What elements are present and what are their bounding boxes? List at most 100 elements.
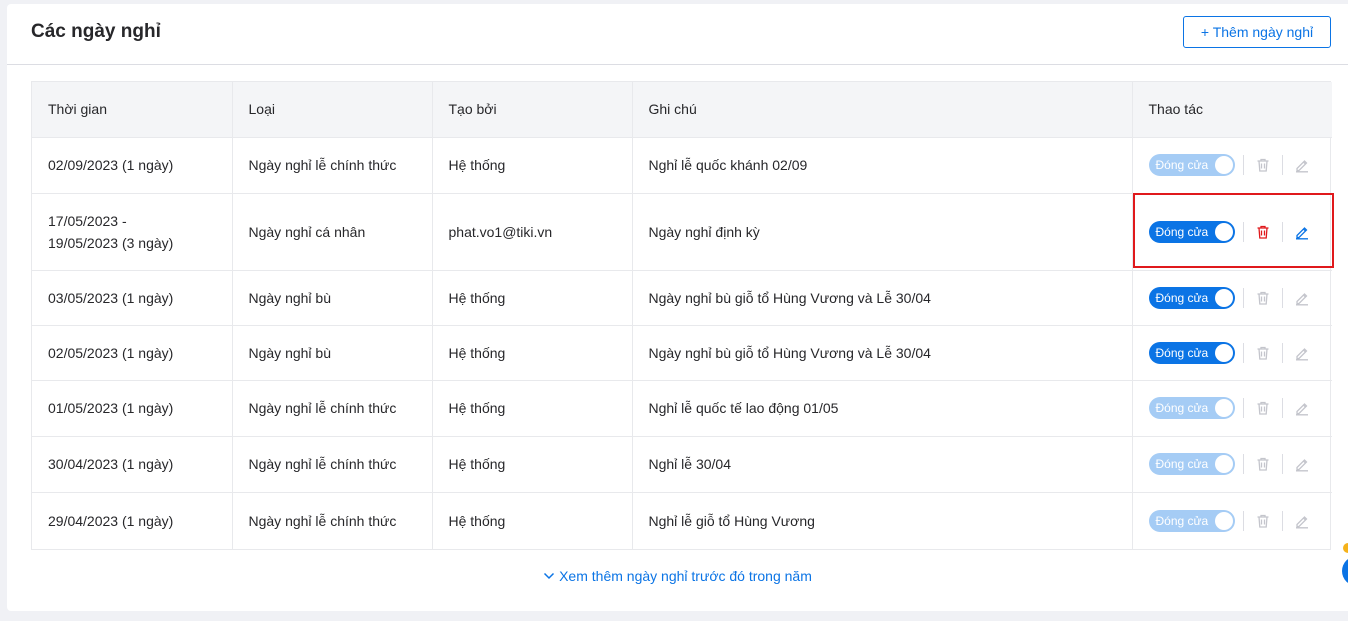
cell-created-by: Hệ thống <box>432 379 633 436</box>
actions-group: Đóng cửa <box>1148 509 1317 532</box>
column-header-time: Thời gian <box>32 82 233 137</box>
cell-created-by: Hệ thống <box>432 491 633 549</box>
toggle-label: Đóng cửa <box>1155 158 1209 172</box>
actions-group: Đóng cửa <box>1148 220 1317 243</box>
toggle-knob <box>1214 399 1233 417</box>
cell-created-by: Hệ thống <box>432 324 633 380</box>
show-more-link[interactable]: Xem thêm ngày nghỉ trước đó trong năm <box>7 568 1348 585</box>
cell-type: Ngày nghỉ lễ chính thức <box>232 491 433 549</box>
divider <box>1281 221 1283 242</box>
pencil-icon[interactable] <box>1293 399 1311 417</box>
show-more-label: Xem thêm ngày nghỉ trước đó trong năm <box>559 568 812 584</box>
cell-time: 29/04/2023 (1 ngày) <box>32 491 233 549</box>
cell-created-by: phat.vo1@tiki.vn <box>432 192 633 270</box>
cell-note: Nghỉ lễ giỗ tổ Hùng Vương <box>632 491 1133 549</box>
pencil-icon[interactable] <box>1293 289 1311 307</box>
divider <box>1281 342 1283 363</box>
cell-note: Ngày nghỉ định kỳ <box>632 192 1133 270</box>
divider <box>1242 287 1244 308</box>
notification-dot <box>1343 543 1348 553</box>
page-title: Các ngày nghỉ <box>31 21 161 42</box>
trash-icon[interactable] <box>1254 455 1272 473</box>
toggle-knob <box>1214 288 1233 307</box>
cell-actions: Đóng cửa <box>1132 379 1332 436</box>
table-row: 02/09/2023 (1 ngày) Ngày nghỉ lễ chính th… <box>32 136 1332 193</box>
pencil-icon[interactable] <box>1293 156 1311 174</box>
toggle-label: Đóng cửa <box>1155 345 1209 360</box>
toggle-knob <box>1214 455 1233 473</box>
trash-icon[interactable] <box>1254 223 1272 241</box>
trash-icon[interactable] <box>1254 344 1272 362</box>
cell-actions: Đóng cửa <box>1132 435 1332 492</box>
holidays-card: Các ngày nghỉ + Thêm ngày nghỉ Thời gian… <box>7 4 1348 611</box>
actions-group: Đóng cửa <box>1148 397 1317 419</box>
cell-time: 03/05/2023 (1 ngày) <box>32 269 233 325</box>
toggle-label: Đóng cửa <box>1155 401 1209 415</box>
actions-group: Đóng cửa <box>1148 154 1317 176</box>
close-store-toggle[interactable]: Đóng cửa <box>1148 397 1235 419</box>
divider <box>1281 155 1283 175</box>
close-store-toggle[interactable]: Đóng cửa <box>1148 341 1235 364</box>
divider <box>1281 510 1283 531</box>
card-header: Các ngày nghỉ + Thêm ngày nghỉ <box>7 4 1348 65</box>
cell-actions: Đóng cửa <box>1132 269 1332 325</box>
cell-actions: Đóng cửa <box>1132 136 1332 193</box>
cell-created-by: Hệ thống <box>432 136 633 193</box>
cell-note: Nghỉ lễ 30/04 <box>632 435 1133 492</box>
divider <box>1242 510 1244 531</box>
trash-icon[interactable] <box>1254 289 1272 307</box>
cell-type: Ngày nghỉ cá nhân <box>232 192 433 270</box>
cell-created-by: Hệ thống <box>432 269 633 325</box>
divider <box>1281 454 1283 474</box>
table-row: 02/05/2023 (1 ngày) Ngày nghỉ bù Hệ thống N… <box>32 324 1332 380</box>
close-store-toggle[interactable]: Đóng cửa <box>1148 509 1235 532</box>
chevron-down-icon <box>543 569 555 585</box>
table-row: 01/05/2023 (1 ngày) Ngày nghỉ lễ chính th… <box>32 379 1332 436</box>
pencil-icon[interactable] <box>1293 455 1311 473</box>
column-header-created-by: Tạo bởi <box>432 82 633 137</box>
toggle-knob <box>1214 511 1233 530</box>
actions-group: Đóng cửa <box>1148 286 1317 309</box>
actions-group: Đóng cửa <box>1148 341 1317 364</box>
cell-type: Ngày nghỉ lễ chính thức <box>232 435 433 492</box>
trash-icon[interactable] <box>1254 512 1272 530</box>
close-store-toggle[interactable]: Đóng cửa <box>1148 453 1235 475</box>
trash-icon[interactable] <box>1254 156 1272 174</box>
divider <box>1281 287 1283 308</box>
cell-type: Ngày nghỉ bù <box>232 324 433 380</box>
toggle-label: Đóng cửa <box>1155 224 1209 239</box>
table-row: 30/04/2023 (1 ngày) Ngày nghỉ lễ chính th… <box>32 435 1332 492</box>
close-store-toggle[interactable]: Đóng cửa <box>1148 220 1235 243</box>
cell-time: 02/05/2023 (1 ngày) <box>32 324 233 380</box>
pencil-icon[interactable] <box>1293 344 1311 362</box>
cell-note: Ngày nghỉ bù giỗ tổ Hùng Vương và Lễ 30/… <box>632 269 1133 325</box>
table-row: 03/05/2023 (1 ngày) Ngày nghỉ bù Hệ thống N… <box>32 269 1332 325</box>
toggle-knob <box>1214 343 1233 362</box>
trash-icon[interactable] <box>1254 399 1272 417</box>
cell-actions: Đóng cửa <box>1132 491 1332 549</box>
column-header-type: Loại <box>232 82 433 137</box>
column-header-note: Ghi chú <box>632 82 1133 137</box>
pencil-icon[interactable] <box>1293 223 1311 241</box>
cell-time: 30/04/2023 (1 ngày) <box>32 435 233 492</box>
holidays-table: Thời gian Loại Tạo bởi Ghi chú Thao tác … <box>31 81 1332 550</box>
add-holiday-button[interactable]: + Thêm ngày nghỉ <box>1183 16 1331 48</box>
close-store-toggle[interactable]: Đóng cửa <box>1148 286 1235 309</box>
close-store-toggle[interactable]: Đóng cửa <box>1148 154 1235 176</box>
cell-note: Nghỉ lễ quốc tế lao động 01/05 <box>632 379 1133 436</box>
cell-actions: Đóng cửa <box>1132 192 1332 270</box>
table-row: 29/04/2023 (1 ngày) Ngày nghỉ lễ chính th… <box>32 491 1332 549</box>
cell-note: Nghỉ lễ quốc khánh 02/09 <box>632 136 1133 193</box>
toggle-label: Đóng cửa <box>1155 513 1209 528</box>
divider <box>1242 155 1244 175</box>
table-row: 17/05/2023 - 19/05/2023 (3 ngày) Ngày ngh… <box>32 192 1332 270</box>
cell-created-by: Hệ thống <box>432 435 633 492</box>
cell-time: 01/05/2023 (1 ngày) <box>32 379 233 436</box>
table-header-row: Thời gian Loại Tạo bởi Ghi chú Thao tác <box>32 82 1332 137</box>
pencil-icon[interactable] <box>1293 512 1311 530</box>
column-header-actions: Thao tác <box>1148 101 1203 118</box>
divider <box>1242 398 1244 418</box>
cell-type: Ngày nghỉ bù <box>232 269 433 325</box>
divider <box>1242 454 1244 474</box>
cell-note: Ngày nghỉ bù giỗ tổ Hùng Vương và Lễ 30/… <box>632 324 1133 380</box>
